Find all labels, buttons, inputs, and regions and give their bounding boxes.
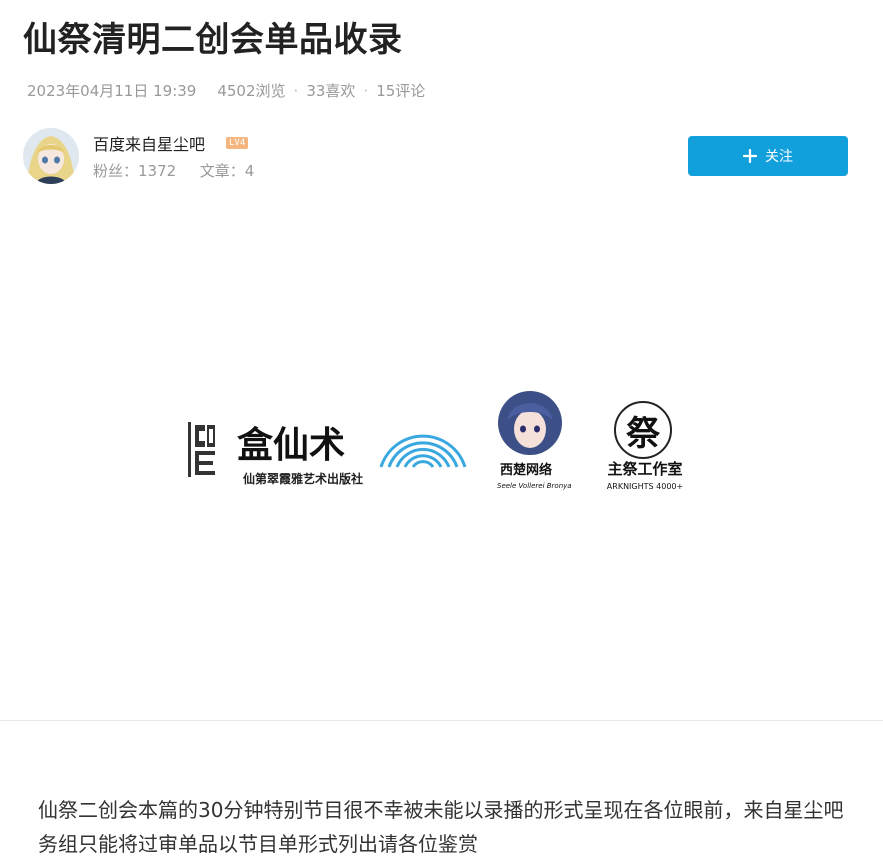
arc-icon	[379, 434, 467, 468]
logo3-symbol: 祭	[626, 414, 661, 454]
article-body: 仙祭二创会本篇的30分钟特别节目很不幸被未能以录播的形式呈现在各位眼前，来自星尘…	[38, 798, 844, 856]
like-count: 33喜欢	[306, 82, 356, 100]
avatar-image	[23, 128, 79, 184]
logo3-subtitle: ARKNIGHTS 4000+	[607, 482, 683, 491]
cover-banner: 盒仙术 仙第翠霞雅艺术出版社 西楚网络 Seele Vollerei Brony…	[185, 385, 695, 505]
seal-mark	[188, 422, 215, 477]
plus-icon	[743, 149, 757, 163]
logo2-name: 西楚网络	[500, 462, 552, 478]
meta-separator: ·	[293, 81, 299, 100]
publish-date: 2023年04月11日 19:39	[27, 82, 197, 100]
author-avatar[interactable]	[23, 128, 79, 184]
meta-separator: ·	[363, 81, 369, 100]
section-divider	[0, 720, 883, 721]
fans-count: 粉丝：1372	[93, 162, 177, 180]
article-title: 仙祭清明二创会单品收录	[23, 20, 403, 60]
author-stats: 粉丝：1372 文章：4	[93, 160, 254, 181]
view-count: 4502浏览	[217, 82, 286, 100]
level-badge: LV4	[226, 137, 249, 149]
article-meta: 2023年04月11日 19:39 4502浏览 · 33喜欢 · 15评论	[27, 80, 425, 101]
logo2-subtitle: Seele Vollerei Bronya	[497, 482, 572, 490]
comment-count: 15评论	[376, 82, 426, 100]
logo1-subtitle: 仙第翠霞雅艺术出版社	[243, 471, 363, 486]
logo3-name: 主祭工作室	[607, 460, 682, 478]
follow-label: 关注	[765, 149, 793, 165]
article-count: 文章：4	[199, 162, 255, 180]
author-name[interactable]: 百度来自星尘吧	[93, 131, 205, 155]
logo1-text: 盒仙术	[237, 425, 345, 466]
banner-logos: 盒仙术 仙第翠霞雅艺术出版社 西楚网络 Seele Vollerei Brony…	[188, 391, 683, 491]
follow-button[interactable]: 关注	[688, 136, 848, 176]
logo2-avatar	[498, 391, 562, 455]
